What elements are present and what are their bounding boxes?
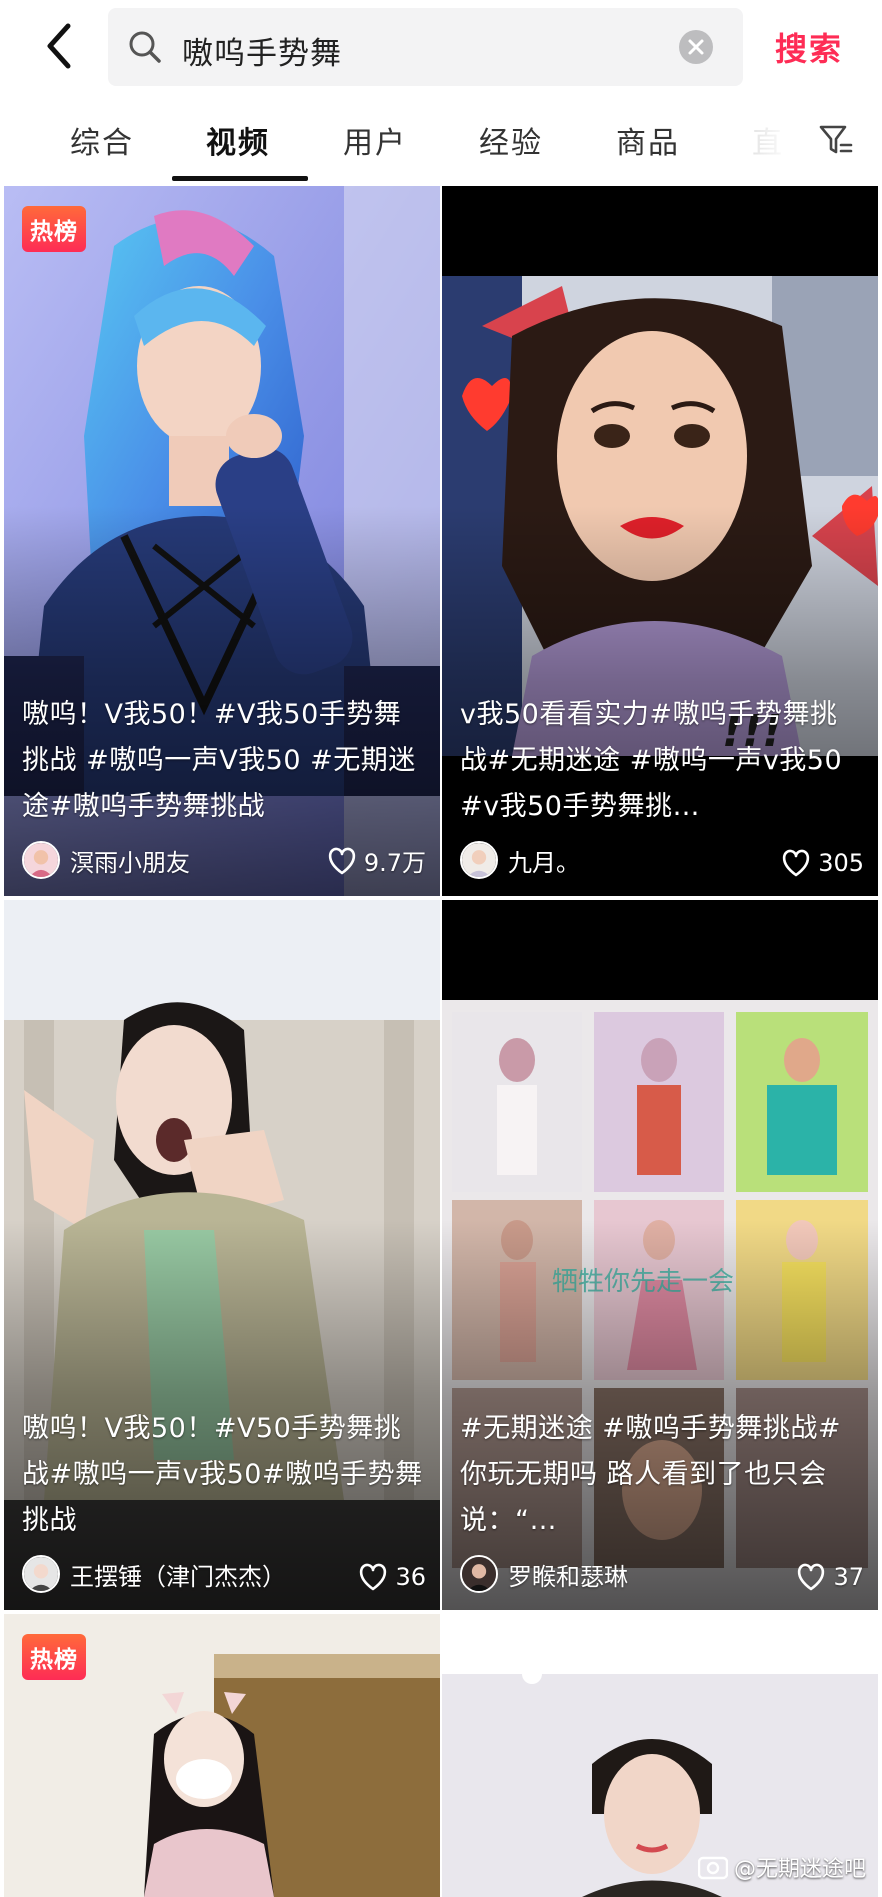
close-icon xyxy=(688,39,704,55)
like-count: 9.7万 xyxy=(363,849,426,877)
like-count: 305 xyxy=(818,849,864,877)
heart-icon xyxy=(798,1563,825,1591)
video-card[interactable]: 牺牲你先走一会 #无期迷途 #嗷呜手势舞挑战#你玩无期吗 路人看到了也只会说：“… xyxy=(442,900,878,1610)
video-card[interactable]: !!! v我50看看实力#嗷呜手势舞挑战#无期迷途 #嗷呜一声v我50 #v我5… xyxy=(442,186,878,896)
video-card[interactable]: @无期迷途吧 xyxy=(442,1614,878,1897)
video-results-grid: 热榜 嗷呜！V我50！#V我50手势舞挑战 #嗷呜一声V我50 #无期迷途#嗷呜… xyxy=(0,184,882,1897)
back-button[interactable] xyxy=(38,18,84,74)
like-count-group[interactable]: 305 xyxy=(780,848,864,878)
search-input[interactable]: 嗷呜手势舞 xyxy=(108,8,743,86)
video-author[interactable]: 王摆锤（津门杰杰） xyxy=(22,1554,286,1594)
like-count-group[interactable]: 9.7万 xyxy=(326,843,426,878)
search-query: 嗷呜手势舞 xyxy=(182,36,342,72)
video-author[interactable]: 罗睺和瑟琳 xyxy=(460,1554,628,1594)
like-count: 37 xyxy=(833,1563,864,1591)
like-count-group[interactable]: 37 xyxy=(795,1562,864,1592)
video-caption: #无期迷途 #嗷呜手势舞挑战#你玩无期吗 路人看到了也只会说：“… xyxy=(460,1413,841,1536)
hot-list-badge: 热榜 xyxy=(22,1634,86,1680)
watermark-text: @无期迷途吧 xyxy=(733,1857,866,1882)
author-name: 罗睺和瑟琳 xyxy=(508,1562,628,1591)
clear-search-button[interactable] xyxy=(679,30,713,64)
tab-experience[interactable]: 经验 xyxy=(479,118,543,162)
avatar xyxy=(460,841,498,879)
active-tab-indicator xyxy=(172,176,308,181)
chevron-left-icon xyxy=(47,23,71,69)
hot-list-badge: 热榜 xyxy=(22,206,86,252)
avatar xyxy=(22,841,60,879)
video-author[interactable]: 溟雨小朋友 xyxy=(22,840,190,880)
search-submit-button[interactable]: 搜索 xyxy=(775,24,843,70)
author-name: 王摆锤（津门杰杰） xyxy=(70,1562,286,1591)
author-name: 溟雨小朋友 xyxy=(70,848,190,877)
heart-icon xyxy=(783,849,810,877)
heart-icon xyxy=(328,847,355,874)
video-caption: 嗷呜！V我50！#V50手势舞挑战#嗷呜一声v我50#嗷呜手势舞挑战 xyxy=(22,1413,423,1536)
camera-icon xyxy=(697,1856,728,1880)
watermark: @无期迷途吧 xyxy=(697,1851,866,1883)
video-card[interactable]: 嗷呜！V我50！#V50手势舞挑战#嗷呜一声v我50#嗷呜手势舞挑战 王摆锤（津… xyxy=(4,900,440,1610)
tab-products[interactable]: 商品 xyxy=(616,118,680,162)
like-count: 36 xyxy=(395,1563,426,1591)
filter-button[interactable] xyxy=(818,122,854,158)
tab-fade-overlay xyxy=(720,92,810,184)
video-card[interactable]: 热榜 xyxy=(4,1614,440,1897)
author-name: 九月。 xyxy=(508,848,580,877)
tab-comprehensive[interactable]: 综合 xyxy=(70,118,134,162)
result-tabs: 综合 视频 用户 经验 商品 直 xyxy=(0,92,882,184)
search-icon xyxy=(129,31,161,63)
search-header: 嗷呜手势舞 搜索 xyxy=(0,0,882,92)
avatar xyxy=(460,1555,498,1593)
video-card[interactable]: 热榜 嗷呜！V我50！#V我50手势舞挑战 #嗷呜一声V我50 #无期迷途#嗷呜… xyxy=(4,186,440,896)
avatar xyxy=(22,1555,60,1593)
video-caption: 嗷呜！V我50！#V我50手势舞挑战 #嗷呜一声V我50 #无期迷途#嗷呜手势舞… xyxy=(22,699,416,822)
tab-users[interactable]: 用户 xyxy=(343,118,407,162)
heart-icon xyxy=(360,1563,387,1591)
video-caption: v我50看看实力#嗷呜手势舞挑战#无期迷途 #嗷呜一声v我50 #v我50手势舞… xyxy=(460,699,843,822)
like-count-group[interactable]: 36 xyxy=(357,1562,426,1592)
video-author[interactable]: 九月。 xyxy=(460,840,580,880)
filter-icon xyxy=(819,125,853,154)
tab-video[interactable]: 视频 xyxy=(206,118,270,162)
